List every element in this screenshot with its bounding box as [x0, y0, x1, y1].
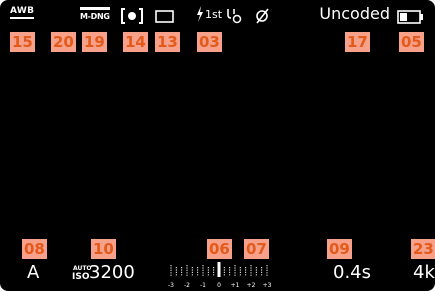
callout-file-format: 19 [82, 32, 107, 52]
lens-icon [227, 9, 242, 24]
drive-mode-icon [155, 10, 174, 23]
lens-status: Uncoded [319, 4, 390, 23]
battery-icon [397, 10, 423, 24]
callout-white-balance: 15 [10, 32, 35, 52]
file-format-bar [80, 7, 110, 10]
exposure-scale-label: -1 [200, 282, 206, 289]
flash-icon [197, 6, 203, 22]
callout-drive-mode: 13 [155, 32, 180, 52]
callout-battery: 05 [399, 32, 424, 52]
callout-exposure-mode: 08 [22, 239, 47, 259]
exposure-scale-label: +1 [231, 282, 240, 289]
exposure-scale-label: 0 [217, 282, 221, 289]
flash-sync-label: 1st [205, 8, 223, 21]
resolution: 4k [413, 262, 435, 283]
white-balance-indicator: AWB [10, 6, 35, 16]
metering-icon [121, 8, 143, 24]
white-balance-underline [10, 17, 34, 19]
exposure-value-indicator [217, 262, 221, 277]
callout-resolution: 23 [411, 239, 435, 259]
callout-shutter-speed: 09 [327, 239, 352, 259]
callout-exposure-comp: 07 [244, 239, 269, 259]
callout-lens: 17 [345, 32, 370, 52]
iso-value: 3200 [89, 262, 135, 283]
exposure-scale-label: -2 [184, 282, 190, 289]
exposure-scale-label: +2 [247, 282, 256, 289]
exposure-scale-label: -3 [168, 282, 174, 289]
shutter-speed: 0.4s [333, 262, 372, 283]
exposure-scale: -3 -2 -1 0 +1 +2 +3 [168, 262, 272, 289]
iso-label: ISO [72, 272, 90, 282]
callout-exposure-scale: 06 [207, 239, 232, 259]
camera-display: AWB M-DNG 1st Uncoded 15 20 19 14 13 03 … [0, 0, 435, 291]
file-format-indicator: M-DNG [80, 12, 110, 21]
gps-off-icon [256, 8, 269, 24]
callout-20: 20 [51, 32, 76, 52]
exposure-mode: A [27, 262, 40, 283]
callout-metering: 14 [123, 32, 148, 52]
exposure-scale-label: +3 [263, 282, 272, 289]
callout-iso: 10 [91, 239, 116, 259]
callout-flash: 03 [197, 32, 222, 52]
